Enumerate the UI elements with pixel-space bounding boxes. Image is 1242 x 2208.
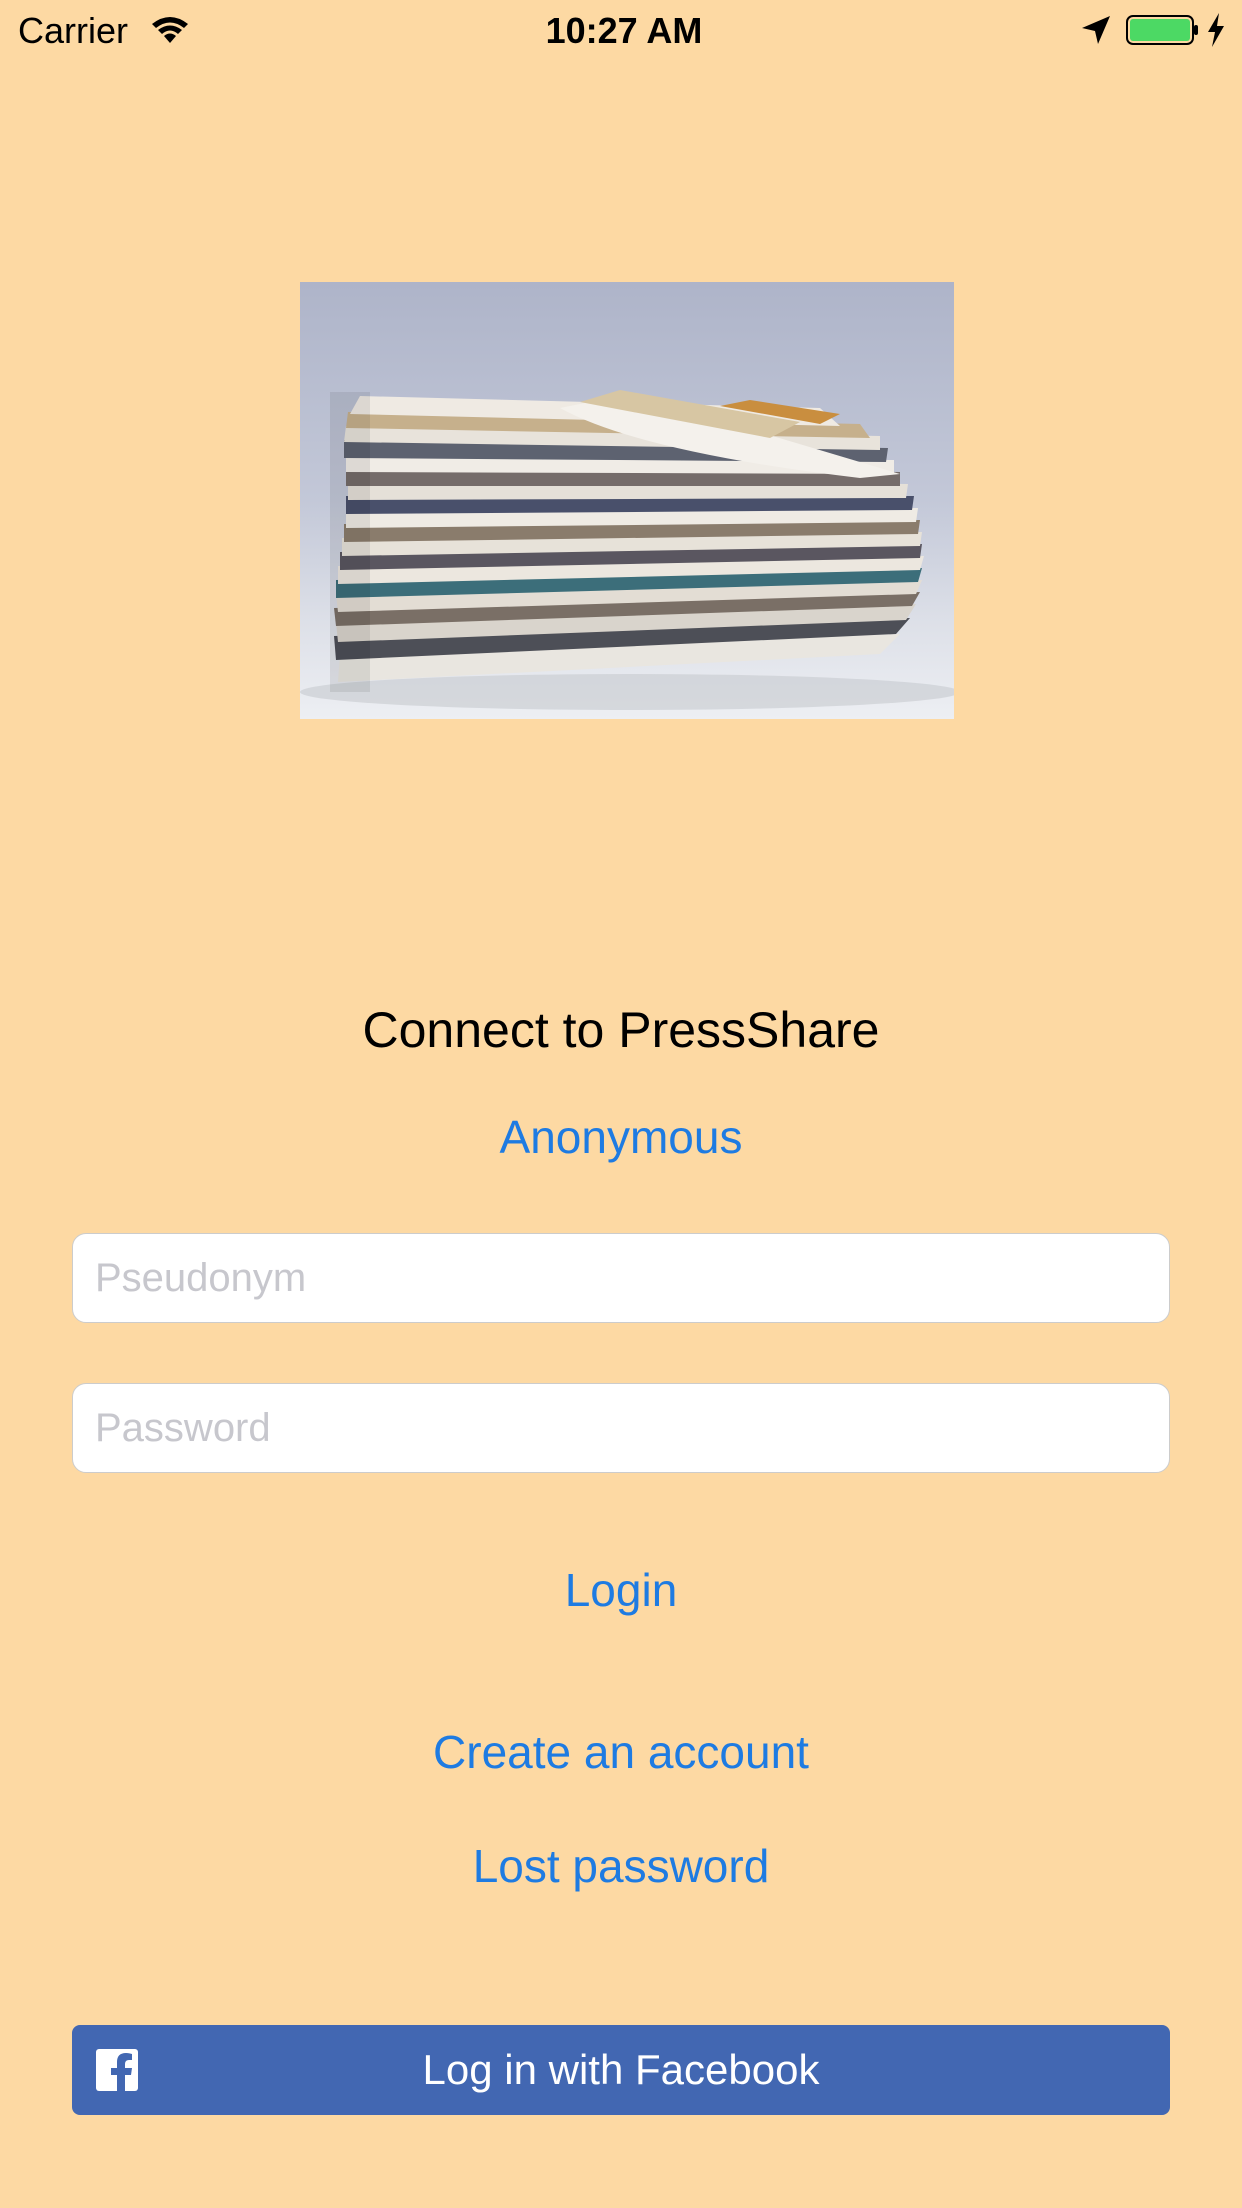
page-title: Connect to PressShare (362, 1002, 880, 1058)
password-field[interactable] (72, 1383, 1170, 1473)
facebook-login-button[interactable]: Log in with Facebook (72, 2025, 1170, 2115)
create-account-button[interactable]: Create an account (0, 1722, 1242, 1782)
facebook-login-label: Log in with Facebook (422, 2046, 820, 2093)
login-button[interactable]: Login (0, 1560, 1242, 1620)
location-arrow-icon (1080, 14, 1112, 46)
lost-password-button[interactable]: Lost password (0, 1836, 1242, 1896)
clock: 10:27 AM (545, 10, 703, 51)
status-bar: Carrier 10:27 AM (0, 0, 1242, 60)
charging-bolt-icon (1206, 12, 1226, 48)
anonymous-button[interactable]: Anonymous (0, 1107, 1242, 1167)
newspaper-stack-image (300, 282, 954, 719)
battery-icon (1126, 14, 1200, 46)
pseudonym-field[interactable] (72, 1233, 1170, 1323)
